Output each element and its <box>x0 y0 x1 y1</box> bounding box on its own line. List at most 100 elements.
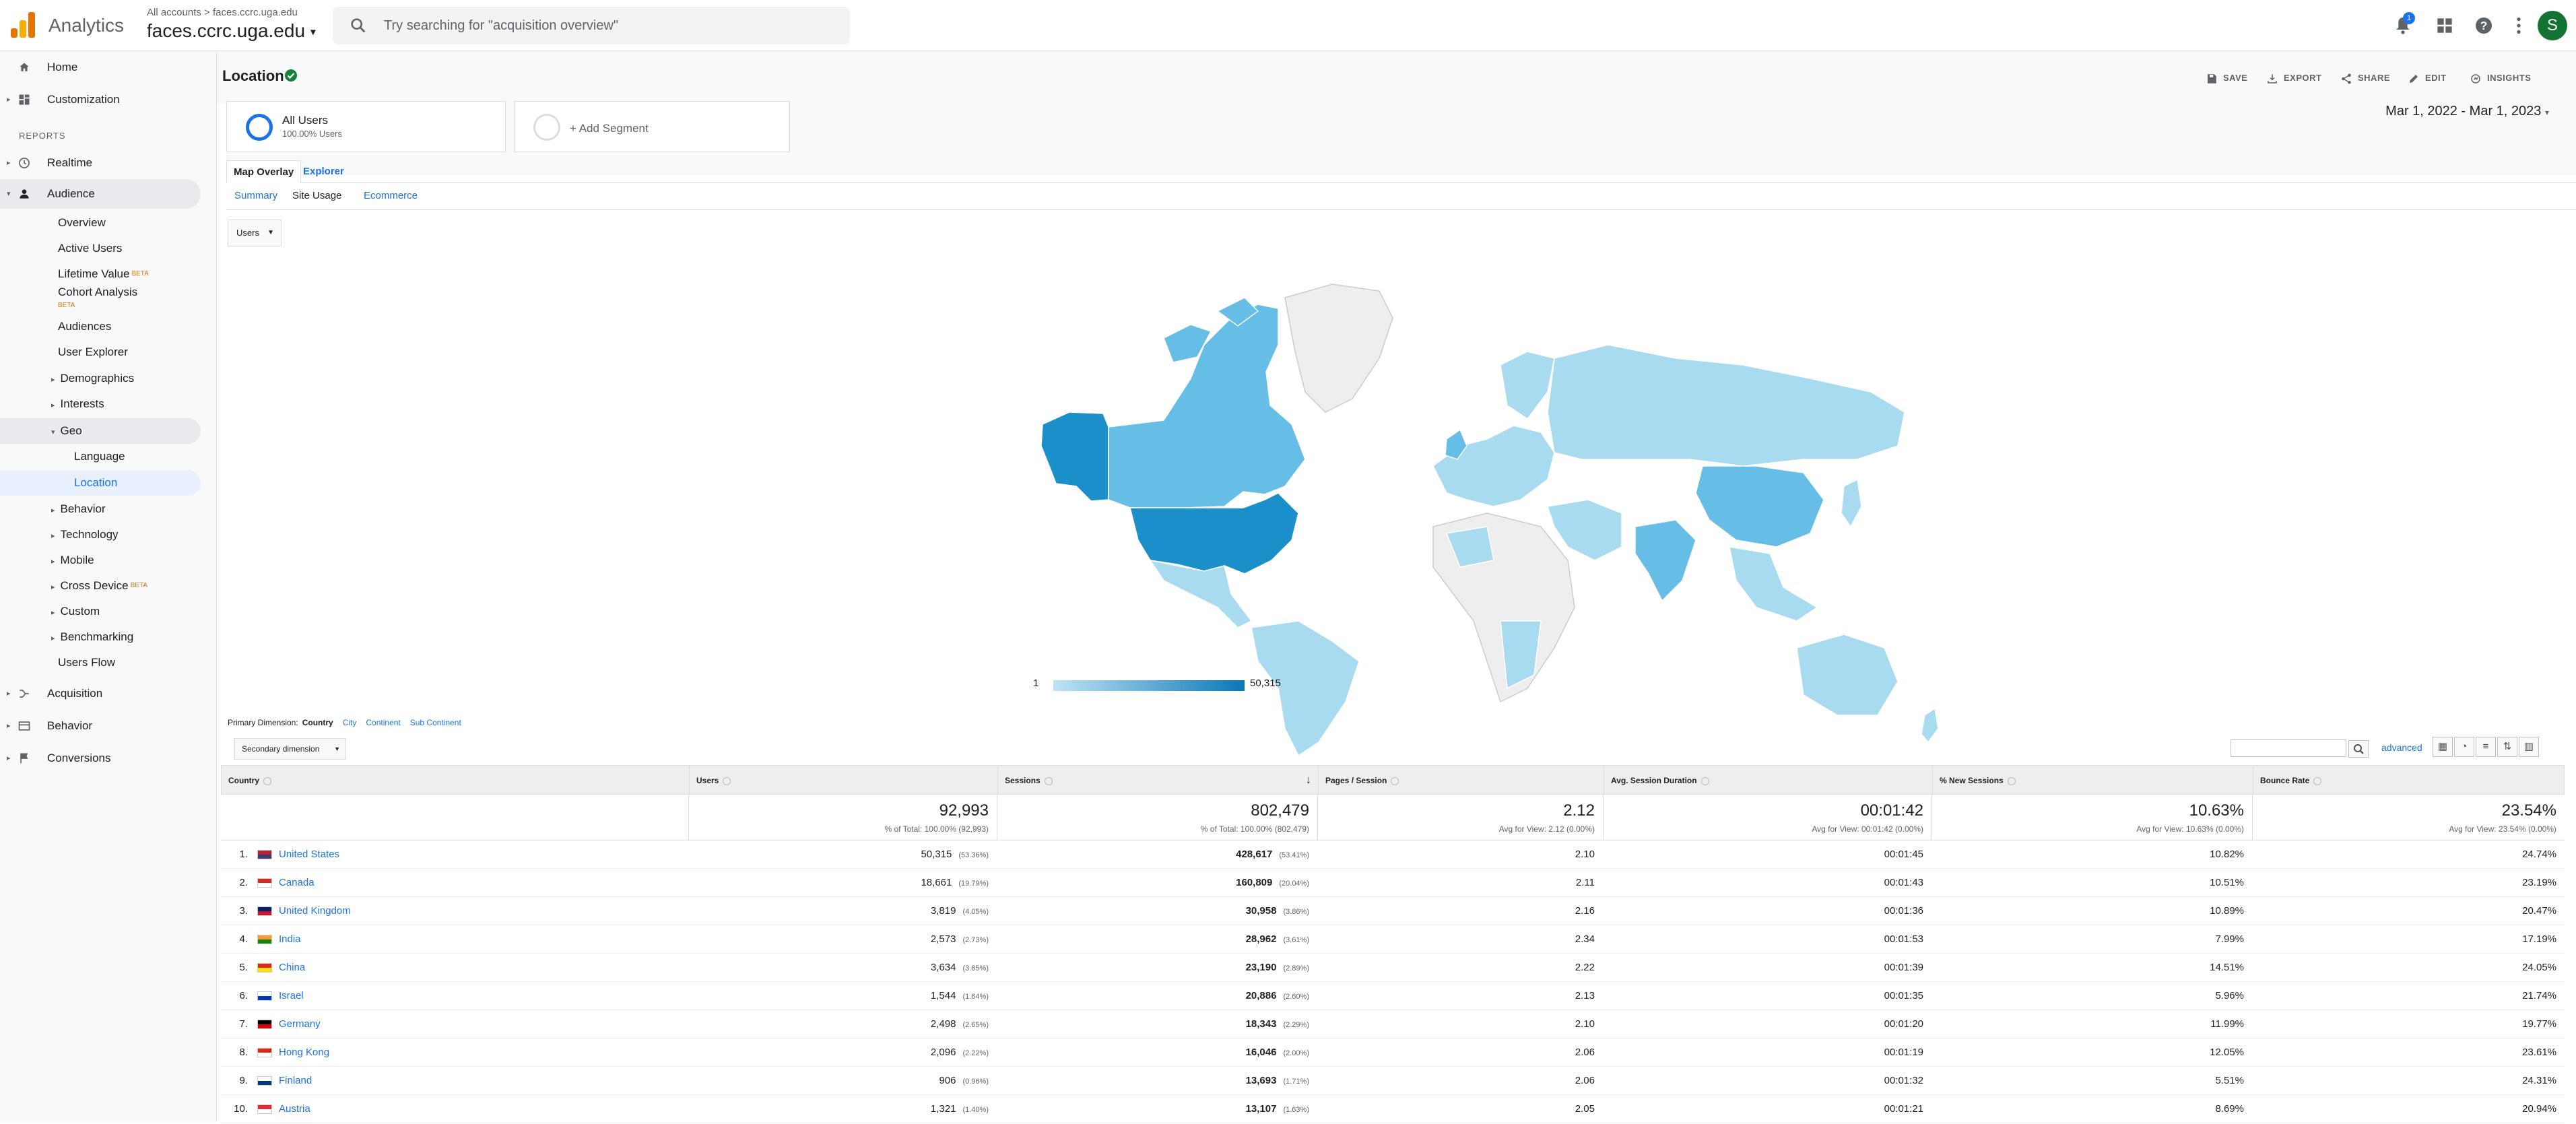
subtab-ecommerce[interactable]: Ecommerce <box>364 190 418 201</box>
sidebar-item-behavior-sub[interactable]: ▸ Behavior <box>51 496 106 522</box>
column-header-pages-per-session[interactable]: Pages / Session <box>1318 766 1604 795</box>
help-icon[interactable] <box>1044 776 1053 785</box>
map-region-southeast-asia[interactable] <box>1729 546 1818 622</box>
map-region-new-zealand[interactable] <box>1921 707 1939 743</box>
map-region-china[interactable] <box>1695 465 1824 548</box>
view-pivot-icon[interactable]: ▥ <box>2519 737 2539 757</box>
sidebar-item-location[interactable]: Location <box>74 470 117 496</box>
sidebar-item-geo[interactable]: ▾ Geo <box>51 418 82 444</box>
country-link[interactable]: Hong Kong <box>279 1038 329 1067</box>
secondary-dimension-dropdown[interactable]: Secondary dimension ▼ <box>234 738 346 760</box>
primary-dimension-sub-continent[interactable]: Sub Continent <box>410 718 461 727</box>
help-icon[interactable] <box>263 776 271 785</box>
search-input[interactable] <box>383 15 827 36</box>
column-header-country[interactable]: Country <box>222 766 689 795</box>
country-link[interactable]: United Kingdom <box>279 897 351 925</box>
sort-descending-icon[interactable]: ↓ <box>1306 766 1311 795</box>
view-comparison-icon[interactable]: ⇅ <box>2497 737 2517 757</box>
country-link[interactable]: India <box>279 925 301 954</box>
map-region-scandinavia[interactable] <box>1500 351 1555 420</box>
sidebar-item-overview[interactable]: Overview <box>58 210 106 236</box>
sidebar-item-cross-device[interactable]: ▸ Cross Device BETA <box>51 573 147 599</box>
country-link[interactable]: Israel <box>279 982 304 1010</box>
map-region-india[interactable] <box>1634 519 1696 602</box>
sidebar-item-user-explorer[interactable]: User Explorer <box>58 339 128 365</box>
country-link[interactable]: Canada <box>279 869 315 897</box>
help-icon[interactable] <box>723 776 731 785</box>
sidebar-item-users-flow[interactable]: Users Flow <box>58 650 115 675</box>
segment-all-users[interactable]: All Users 100.00% Users <box>226 101 506 152</box>
expand-arrow-icon: ▸ <box>51 609 55 617</box>
tab-explorer[interactable]: Explorer <box>296 160 351 183</box>
country-link[interactable]: Germany <box>279 1010 321 1038</box>
sidebar-item-interests[interactable]: ▸ Interests <box>51 391 104 417</box>
help-icon[interactable] <box>2313 776 2322 785</box>
sidebar-item-demographics[interactable]: ▸ Demographics <box>51 366 134 391</box>
sidebar-item-active-users[interactable]: Active Users <box>58 236 122 261</box>
help-icon[interactable] <box>2007 776 2016 785</box>
add-segment-button[interactable]: + Add Segment <box>514 101 790 152</box>
date-range-picker[interactable]: Mar 1, 2022 - Mar 1, 2023 ▾ <box>2385 104 2549 119</box>
sidebar-item-cohort-analysis[interactable]: Cohort Analysis BETA <box>58 284 137 312</box>
world-map[interactable] <box>1029 244 1972 756</box>
map-region-greenland[interactable] <box>1284 284 1393 413</box>
column-header-bounce-rate[interactable]: Bounce Rate <box>2253 766 2565 795</box>
country-link[interactable]: Finland <box>279 1067 312 1095</box>
account-selector[interactable]: faces.ccrc.uga.edu ▾ <box>147 20 316 42</box>
map-region-australia[interactable] <box>1796 634 1898 716</box>
more-options-button[interactable] <box>2508 15 2530 36</box>
notifications-button[interactable]: 1 <box>2392 12 2415 36</box>
apps-button[interactable] <box>2434 15 2455 36</box>
country-link[interactable]: Austria <box>279 1095 310 1123</box>
analytics-logo-icon[interactable] <box>11 12 35 38</box>
breadcrumb-all-accounts[interactable]: All accounts <box>147 7 201 18</box>
export-button[interactable]: EXPORT <box>2266 70 2321 86</box>
column-header-new-sessions[interactable]: % New Sessions <box>1932 766 2253 795</box>
map-region-japan[interactable] <box>1841 478 1862 528</box>
expand-arrow-icon: ▸ <box>7 722 11 730</box>
cell-sessions: 13,693 (1.71%) <box>1245 1075 1309 1086</box>
sidebar-item-lifetime-value[interactable]: Lifetime Value BETA <box>58 261 149 287</box>
map-region-alaska[interactable] <box>1041 411 1109 502</box>
table-search-button[interactable] <box>2348 740 2369 758</box>
tab-map-overlay[interactable]: Map Overlay <box>226 160 302 183</box>
advanced-filter-link[interactable]: advanced <box>2381 742 2422 753</box>
map-metric-dropdown[interactable]: Users ▼ <box>228 220 282 246</box>
view-percentage-icon[interactable]: ◔ <box>2454 737 2474 757</box>
map-region-russia[interactable] <box>1547 344 1905 467</box>
subtab-summary[interactable]: Summary <box>234 190 277 201</box>
column-header-users[interactable]: Users <box>689 766 997 795</box>
country-link[interactable]: China <box>279 954 305 982</box>
view-data-table-icon[interactable]: ▦ <box>2433 737 2453 757</box>
primary-dimension-city[interactable]: City <box>343 718 357 727</box>
breadcrumb-property[interactable]: faces.ccrc.uga.edu <box>213 7 298 18</box>
sidebar-item-mobile[interactable]: ▸ Mobile <box>51 548 94 573</box>
insights-button[interactable]: INSIGHTS <box>2470 70 2531 86</box>
save-button[interactable]: SAVE <box>2206 70 2247 86</box>
subtab-site-usage[interactable]: Site Usage <box>292 190 341 201</box>
sidebar-item-technology[interactable]: ▸ Technology <box>51 522 119 548</box>
table-header: Country Users Sessions ↓ Pages / Session … <box>221 765 2565 795</box>
search-box[interactable] <box>333 7 850 44</box>
sidebar-item-benchmarking[interactable]: ▸ Benchmarking <box>51 624 133 650</box>
sidebar-item-custom[interactable]: ▸ Custom <box>51 599 100 624</box>
sidebar-item-label: Audience <box>47 187 95 200</box>
share-button[interactable]: SHARE <box>2340 70 2390 86</box>
help-button[interactable]: ? <box>2473 15 2495 36</box>
insights-icon <box>2471 73 2480 84</box>
column-header-sessions[interactable]: Sessions ↓ <box>997 766 1318 795</box>
avatar[interactable]: S <box>2538 11 2567 40</box>
app-name[interactable]: Analytics <box>48 15 124 36</box>
help-icon[interactable] <box>1700 776 1709 785</box>
table-filter-input[interactable] <box>2231 739 2369 758</box>
sidebar-item-audiences[interactable]: Audiences <box>58 314 111 339</box>
breadcrumb[interactable]: All accounts > faces.ccrc.uga.edu <box>147 7 298 18</box>
primary-dimension-continent[interactable]: Continent <box>366 718 400 727</box>
help-icon[interactable] <box>1391 776 1399 785</box>
sidebar-item-language[interactable]: Language <box>74 444 125 469</box>
primary-dimension-country[interactable]: Country <box>302 718 333 727</box>
column-header-avg-session-duration[interactable]: Avg. Session Duration <box>1604 766 1932 795</box>
edit-button[interactable]: EDIT <box>2408 70 2447 86</box>
country-link[interactable]: United States <box>279 840 339 869</box>
view-performance-icon[interactable]: ≡ <box>2476 737 2496 757</box>
